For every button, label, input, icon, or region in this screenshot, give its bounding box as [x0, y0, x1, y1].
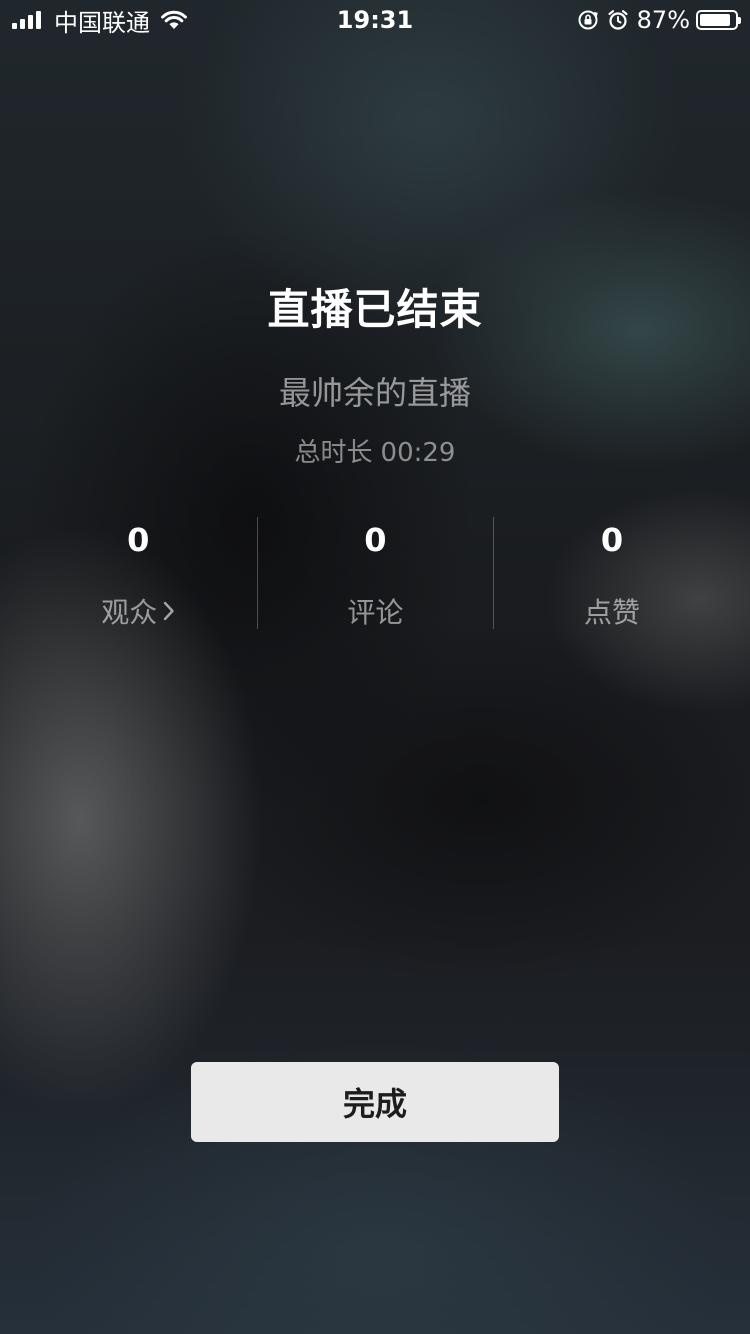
viewers-label: 观众 — [101, 596, 158, 629]
likes-count: 0 — [600, 521, 624, 559]
stats-row: 0 观众 0 评论 0 点赞 — [20, 517, 730, 629]
battery-fill — [700, 14, 730, 26]
chevron-right-icon — [164, 601, 174, 621]
likes-label: 点赞 — [583, 596, 640, 629]
stat-viewers[interactable]: 0 观众 — [20, 517, 257, 629]
battery-icon — [696, 10, 741, 30]
duration-label: 总时长 — [294, 438, 373, 468]
status-bar: 中国联通 19:31 87% — [0, 0, 750, 40]
alarm-icon — [608, 10, 628, 30]
page-title: 直播已结束 — [267, 285, 483, 334]
viewers-count: 0 — [127, 521, 150, 559]
duration: 总时长 00:29 — [0, 432, 750, 469]
comments-label-row: 评论 — [258, 591, 494, 631]
comments-count: 0 — [364, 521, 387, 559]
battery-percent: 87% — [636, 6, 690, 34]
stat-likes: 0 点赞 — [493, 517, 730, 629]
done-button[interactable]: 完成 — [191, 1062, 559, 1142]
comments-label: 评论 — [347, 596, 404, 629]
orientation-lock-icon — [578, 10, 598, 30]
status-right: 87% — [577, 6, 741, 34]
likes-label-row: 点赞 — [494, 591, 730, 631]
viewers-label-row: 观众 — [20, 591, 257, 631]
stat-comments: 0 评论 — [256, 517, 494, 631]
duration-value: 00:29 — [380, 438, 456, 468]
stream-name: 最帅余的直播 — [278, 374, 471, 412]
